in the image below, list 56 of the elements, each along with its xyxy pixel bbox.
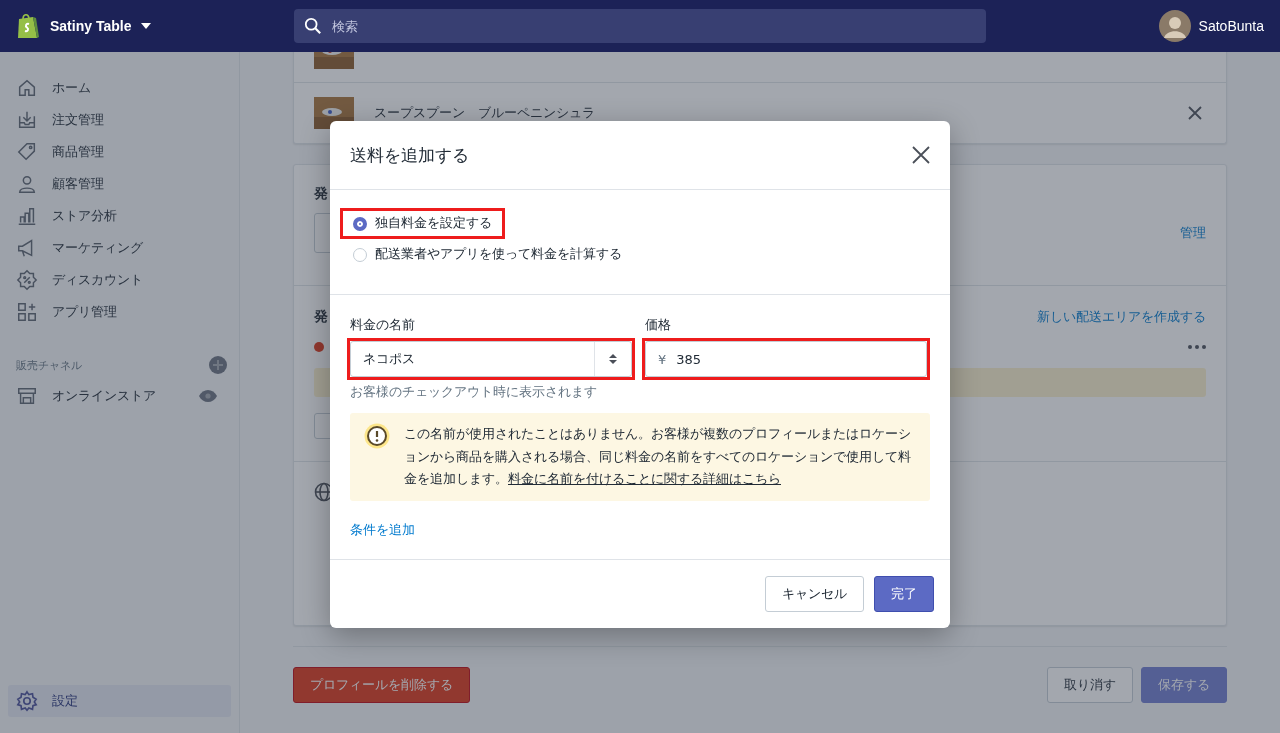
- nav-item[interactable]: アプリ管理: [8, 296, 231, 328]
- field-label: 料金の名前: [350, 317, 416, 334]
- create-zone-link[interactable]: 新しい配送エリアを作成する: [1037, 308, 1206, 326]
- nav-item[interactable]: ストア分析: [8, 200, 231, 232]
- close-icon[interactable]: [1188, 106, 1202, 120]
- caret-icon: [141, 23, 152, 29]
- notice-text: この名前が使用されたことはありません。お客様が複数のプロフィールまたはロケーションから商品を購入される場合、同じ料金の名前をすべてのロケーションで使用して料金を追加します。料金に名前を付けることに関する詳細はこちら: [404, 425, 912, 488]
- dialog-title: 送料を追加する: [350, 143, 469, 167]
- chart-icon: [16, 205, 38, 227]
- manage-link[interactable]: 管理: [1180, 224, 1206, 242]
- tag-icon: [16, 141, 38, 163]
- details-link[interactable]: 料金に名前を付けることに関する詳細はこちら: [508, 471, 781, 486]
- close-icon[interactable]: [912, 146, 930, 164]
- avatar-icon[interactable]: [1158, 10, 1191, 42]
- status-dot: [314, 342, 324, 352]
- nav-item[interactable]: 設定: [8, 685, 231, 717]
- home-icon: [16, 77, 38, 99]
- person-icon: [16, 173, 38, 195]
- nav-item[interactable]: 顧客管理: [8, 168, 231, 200]
- user-name: SatoBunta: [1198, 18, 1264, 34]
- settings-icon: [16, 690, 38, 712]
- section-heading: 販売チャネル: [16, 357, 82, 373]
- search-icon: [304, 17, 322, 35]
- discard-button[interactable]: 取り消す: [1047, 667, 1133, 703]
- radio-option[interactable]: 独自料金を設定する: [340, 208, 505, 239]
- more-icon[interactable]: [1188, 345, 1206, 349]
- add-icon[interactable]: [209, 356, 227, 374]
- search-field[interactable]: 検索: [294, 9, 986, 43]
- nav-item[interactable]: ディスカウント: [8, 264, 231, 296]
- rate-name-field[interactable]: ネコポス: [350, 341, 632, 377]
- store-switcher[interactable]: Satiny Table: [50, 8, 152, 44]
- delete-profile-button[interactable]: プロフィールを削除する: [293, 667, 470, 703]
- price-field[interactable]: ¥ 385: [645, 341, 927, 377]
- sort-icon: [609, 353, 617, 365]
- section-heading: 発: [314, 308, 328, 326]
- product-name: スープスプーン ブルーペニンシュラ: [374, 104, 596, 122]
- warning-icon: [364, 423, 390, 449]
- nav-item[interactable]: オンラインストア: [8, 380, 231, 412]
- done-button[interactable]: 完了: [874, 575, 934, 612]
- radio-option[interactable]: 配送業者やアプリを使って料金を計算する: [340, 239, 635, 270]
- store-icon: [16, 385, 38, 407]
- eye-icon[interactable]: [199, 390, 217, 402]
- section-heading: 発: [314, 185, 329, 203]
- nav-item[interactable]: 商品管理: [8, 136, 231, 168]
- orders-icon: [16, 109, 38, 131]
- apps-icon: [16, 301, 38, 323]
- cancel-button[interactable]: キャンセル: [765, 575, 864, 612]
- add-condition-link[interactable]: 条件を追加: [350, 521, 415, 537]
- nav-item[interactable]: マーケティング: [8, 232, 231, 264]
- nav-item[interactable]: 注文管理: [8, 104, 231, 136]
- radio-button[interactable]: [353, 216, 367, 231]
- field-label: 価格: [645, 317, 672, 334]
- shopping-bag-logo-icon[interactable]: [16, 12, 40, 40]
- nav-item[interactable]: ホーム: [8, 72, 231, 104]
- help-text: お客様のチェックアウト時に表示されます: [350, 384, 598, 401]
- discount-icon: [16, 269, 38, 291]
